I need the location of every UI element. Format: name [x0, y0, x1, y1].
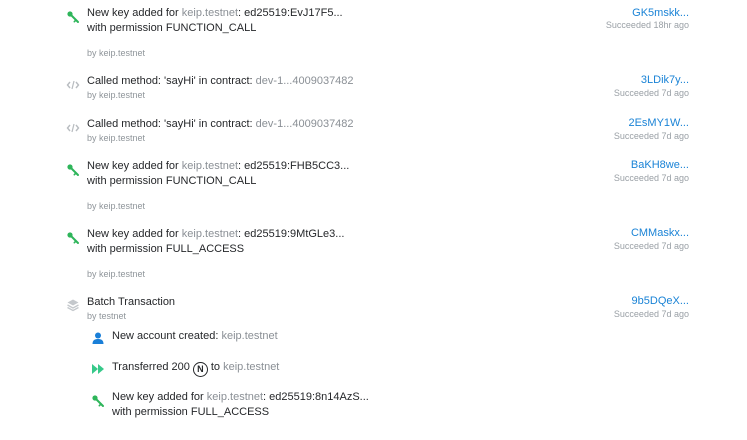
account-link[interactable]: keip.testnet	[207, 391, 263, 403]
action-text: Called method: 'sayHi' in contract:	[87, 118, 256, 130]
action-description: Transferred 200 Nto keip.testnet	[112, 359, 279, 377]
contract-link[interactable]: dev-1...4009037482	[256, 118, 354, 130]
key-icon	[67, 164, 79, 176]
public-key: : ed25519:9MtGLe3...	[238, 228, 345, 240]
account-link[interactable]: keip.testnet	[182, 160, 238, 172]
action-description: Called method: 'sayHi' in contract: dev-…	[87, 116, 354, 132]
status-text: Succeeded 7d ago	[613, 241, 689, 251]
key-icon	[67, 11, 79, 23]
transaction-hash-link[interactable]: GK5mskk...	[632, 7, 689, 19]
permission-text: with permission FULL_ACCESS	[112, 406, 270, 418]
public-key: : ed25519:EvJ17F5...	[238, 7, 343, 19]
code-icon	[66, 80, 80, 90]
account-link[interactable]: keip.testnet	[182, 7, 238, 19]
action-text: New key added for	[87, 7, 182, 19]
batch-title: Batch Transaction	[87, 296, 176, 308]
account-link[interactable]: keip.testnet	[223, 361, 279, 373]
action-text: New key added for	[112, 391, 207, 403]
action-description: New key added for keip.testnet: ed25519:…	[112, 389, 369, 405]
layers-icon	[67, 299, 79, 312]
signer-text: by keip.testnet	[87, 48, 146, 58]
status-text: Succeeded 7d ago	[613, 173, 689, 183]
status-text: Succeeded 7d ago	[613, 309, 689, 319]
signer-text: by keip.testnet	[87, 133, 146, 143]
status-text: Succeeded 18hr ago	[605, 20, 689, 30]
account-link[interactable]: keip.testnet	[182, 228, 238, 240]
status-text: Succeeded 7d ago	[613, 88, 689, 98]
permission-text: with permission FUNCTION_CALL	[87, 175, 257, 187]
action-text: New key added for	[87, 160, 182, 172]
double-chevron-right-icon	[92, 364, 104, 374]
transaction-hash-link[interactable]: 9b5DQeX...	[632, 295, 689, 307]
transaction-hash-link[interactable]: BaKH8we...	[631, 159, 689, 171]
action-description: New key added for keip.testnet: ed25519:…	[87, 226, 344, 242]
permission-text: with permission FUNCTION_CALL	[87, 22, 257, 34]
permission-text: with permission FULL_ACCESS	[87, 243, 245, 255]
key-icon	[67, 232, 79, 244]
transaction-hash-link[interactable]: 3LDik7y...	[641, 74, 689, 86]
user-icon	[92, 332, 104, 344]
action-text: New account created:	[112, 330, 222, 342]
action-description: Called method: 'sayHi' in contract: dev-…	[87, 73, 354, 89]
action-description: New key added for keip.testnet: ed25519:…	[87, 158, 349, 174]
action-text: Transferred 200	[112, 361, 190, 373]
action-text: Called method: 'sayHi' in contract:	[87, 75, 256, 87]
status-text: Succeeded 7d ago	[613, 131, 689, 141]
transaction-hash-link[interactable]: 2EsMY1W...	[628, 117, 689, 129]
signer-text: by keip.testnet	[87, 201, 146, 211]
action-text: to	[210, 361, 221, 373]
public-key: : ed25519:FHB5CC3...	[238, 160, 350, 172]
transaction-hash-link[interactable]: CMMaskx...	[631, 227, 689, 239]
contract-link[interactable]: dev-1...4009037482	[256, 75, 354, 87]
account-link[interactable]: keip.testnet	[221, 330, 277, 342]
key-icon	[92, 395, 104, 407]
public-key: : ed25519:8n14AzS...	[263, 391, 369, 403]
action-description: New account created: keip.testnet	[112, 328, 278, 344]
signer-text: by keip.testnet	[87, 90, 146, 100]
near-token-icon: N	[192, 362, 208, 377]
signer-text: by keip.testnet	[87, 269, 146, 279]
action-text: New key added for	[87, 228, 182, 240]
signer-text: by testnet	[87, 311, 127, 321]
code-icon	[66, 123, 80, 133]
action-description: New key added for keip.testnet: ed25519:…	[87, 5, 343, 21]
